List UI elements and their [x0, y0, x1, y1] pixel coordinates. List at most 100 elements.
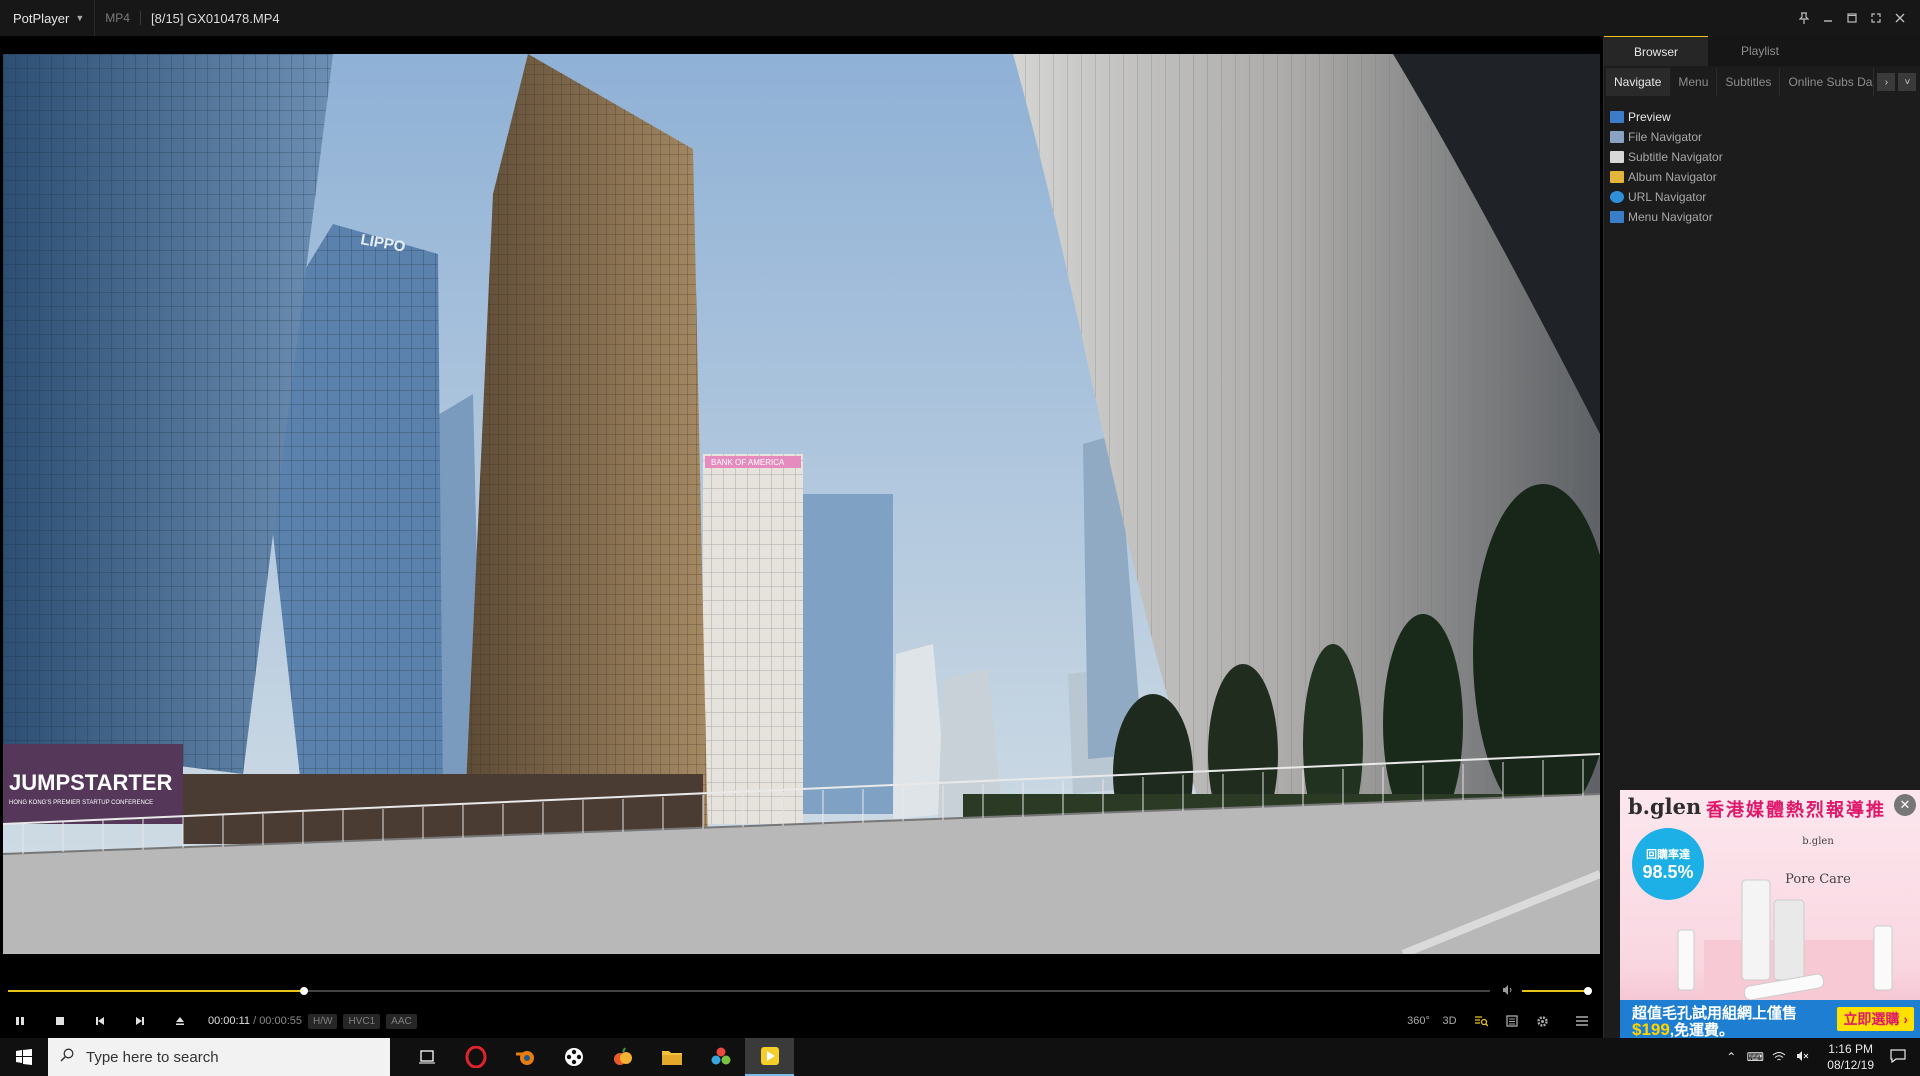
subtab-subtitles[interactable]: Subtitles: [1717, 68, 1781, 96]
nav-item-label: Album Navigator: [1628, 170, 1717, 184]
nav-item-label: Preview: [1628, 110, 1671, 124]
chevron-down-icon[interactable]: ˅: [1898, 73, 1917, 91]
jumpstarter-sign: JUMPSTARTER: [9, 770, 172, 795]
seek-handle[interactable]: [300, 987, 309, 995]
jumpstarter-subtext: HONG KONG'S PREMIER STARTUP CONFERENCE: [9, 800, 153, 806]
search-icon: [60, 1048, 74, 1066]
volume-control[interactable]: [1502, 984, 1592, 998]
ad-headline: 香港媒體熱烈報導推: [1706, 800, 1886, 820]
window-controls: [1792, 0, 1920, 36]
advertisement[interactable]: b.glen 香港媒體熱烈報導推 ✕ 回購率達 98.5% b.glen Por…: [1620, 790, 1920, 1038]
subtitle-icon: [1610, 151, 1624, 163]
menu-icon[interactable]: [1566, 1004, 1597, 1038]
3d-button[interactable]: 3D: [1434, 1004, 1465, 1038]
subtab-menu[interactable]: Menu: [1670, 68, 1718, 96]
navigator-list: Preview File Navigator Subtitle Navigato…: [1604, 97, 1920, 227]
windows-taskbar: Type here to search ⌃ ⌨ 1:16 PM 08/12/19: [0, 1038, 1920, 1076]
video-frame[interactable]: BANK OF AMERICA LIPPO JUMPSTARTER HONG K…: [3, 54, 1600, 954]
playlist-search-icon[interactable]: [1465, 1004, 1496, 1038]
fullscreen-icon[interactable]: [1864, 0, 1888, 36]
blender-icon[interactable]: [500, 1038, 549, 1076]
fruit-app-icon[interactable]: [598, 1038, 647, 1076]
ad-buy-button[interactable]: 立即選購 ›: [1837, 1007, 1914, 1031]
album-icon: [1610, 171, 1624, 183]
eject-button[interactable]: [160, 1004, 200, 1038]
taskbar-apps: [402, 1038, 794, 1076]
opera-icon[interactable]: [451, 1038, 500, 1076]
davinci-resolve-icon[interactable]: [696, 1038, 745, 1076]
nav-item-label: URL Navigator: [1628, 190, 1707, 204]
preview-icon: [1610, 111, 1624, 123]
file-explorer-icon[interactable]: [647, 1038, 696, 1076]
ad-product-image: [1677, 879, 1893, 1000]
duration: 00:00:55: [259, 1015, 303, 1027]
windows-start-icon[interactable]: [0, 1038, 48, 1076]
panel-tabs: Browser Playlist: [1604, 36, 1920, 66]
speaker-icon[interactable]: [1502, 984, 1514, 999]
title-bar: PotPlayer ▼ MP4 [8/15] GX010478.MP4: [0, 0, 1920, 36]
file-icon: [1610, 131, 1624, 143]
format-label: MP4: [105, 11, 130, 25]
davinci-reel-icon[interactable]: [549, 1038, 598, 1076]
potplayer-window: PotPlayer ▼ MP4 [8/15] GX010478.MP4 BANK…: [0, 0, 1920, 1038]
nav-item-album-navigator[interactable]: Album Navigator: [1610, 167, 1920, 187]
app-menu-button[interactable]: PotPlayer ▼: [0, 0, 96, 36]
gear-icon[interactable]: [1527, 1004, 1558, 1038]
wifi-icon[interactable]: [1767, 1050, 1791, 1065]
right-controls: 360° 3D: [1403, 1004, 1597, 1038]
chapter-icon[interactable]: [1496, 1004, 1527, 1038]
volume-track[interactable]: [1522, 990, 1588, 992]
hw-badge[interactable]: H/W: [308, 1013, 338, 1029]
system-tray: ⌃ ⌨ 1:16 PM 08/12/19: [1719, 1038, 1920, 1076]
tab-playlist[interactable]: Playlist: [1708, 36, 1812, 66]
nav-item-file-navigator[interactable]: File Navigator: [1610, 127, 1920, 147]
input-method-icon[interactable]: ⌨: [1743, 1050, 1767, 1064]
video-area[interactable]: BANK OF AMERICA LIPPO JUMPSTARTER HONG K…: [0, 36, 1603, 1038]
ad-buy-label: 立即選購: [1843, 1011, 1900, 1027]
close-icon[interactable]: ✕: [1894, 794, 1916, 816]
minimize-icon[interactable]: [1816, 0, 1840, 36]
subtab-navigate[interactable]: Navigate: [1606, 68, 1671, 96]
seek-bar[interactable]: [8, 984, 1490, 998]
previous-button[interactable]: [80, 1004, 120, 1038]
task-view-icon[interactable]: [402, 1038, 451, 1076]
pin-icon[interactable]: [1792, 0, 1816, 36]
nav-item-subtitle-navigator[interactable]: Subtitle Navigator: [1610, 147, 1920, 167]
file-title: [8/15] GX010478.MP4: [150, 10, 280, 26]
nav-item-label: File Navigator: [1628, 130, 1703, 144]
chevron-up-icon[interactable]: ⌃: [1719, 1050, 1743, 1064]
volume-muted-icon[interactable]: [1791, 1050, 1815, 1065]
playback-controls: 00:00:11 / 00:00:55 H/W HVC1 AAC 360° 3D: [0, 1004, 1603, 1038]
clock-date: 08/12/19: [1827, 1058, 1874, 1072]
nav-item-label: Menu Navigator: [1628, 210, 1713, 224]
nav-item-preview[interactable]: Preview: [1610, 107, 1920, 127]
seek-progress: [8, 990, 305, 992]
app-name: PotPlayer: [13, 10, 70, 26]
video-codec-badge[interactable]: HVC1: [343, 1013, 381, 1029]
ad-price: $199: [1632, 1020, 1670, 1038]
ad-product-brand: b.glen: [1802, 836, 1834, 847]
vr-360-button[interactable]: 360°: [1403, 1004, 1434, 1038]
notification-icon[interactable]: [1886, 1048, 1910, 1066]
subtab-online-subs[interactable]: Online Subs Da: [1780, 68, 1875, 96]
nav-item-url-navigator[interactable]: URL Navigator: [1610, 187, 1920, 207]
video-scene: BANK OF AMERICA LIPPO JUMPSTARTER HONG K…: [3, 54, 1600, 954]
pause-button[interactable]: [0, 1004, 40, 1038]
next-button[interactable]: [120, 1004, 160, 1038]
menu-icon: [1610, 211, 1624, 223]
clock[interactable]: 1:16 PM 08/12/19: [1827, 1041, 1874, 1073]
volume-handle[interactable]: [1584, 987, 1592, 995]
stop-button[interactable]: [40, 1004, 80, 1038]
nav-item-label: Subtitle Navigator: [1628, 150, 1723, 164]
audio-codec-badge[interactable]: AAC: [386, 1013, 417, 1029]
ad-offer-rest: ,免運費。: [1669, 1022, 1734, 1038]
potplayer-icon[interactable]: [745, 1038, 794, 1076]
tab-browser[interactable]: Browser: [1604, 36, 1708, 66]
nav-item-menu-navigator[interactable]: Menu Navigator: [1610, 207, 1920, 227]
taskbar-search[interactable]: Type here to search: [48, 1038, 390, 1076]
close-icon[interactable]: [1888, 0, 1912, 36]
ad-offer-bar: 超值毛孔試用組網上僅售 $199,免運費。 立即選購 ›: [1620, 1000, 1920, 1038]
chevron-down-icon: ▼: [75, 13, 85, 23]
maximize-icon[interactable]: [1840, 0, 1864, 36]
chevron-right-icon[interactable]: ›: [1877, 73, 1896, 91]
